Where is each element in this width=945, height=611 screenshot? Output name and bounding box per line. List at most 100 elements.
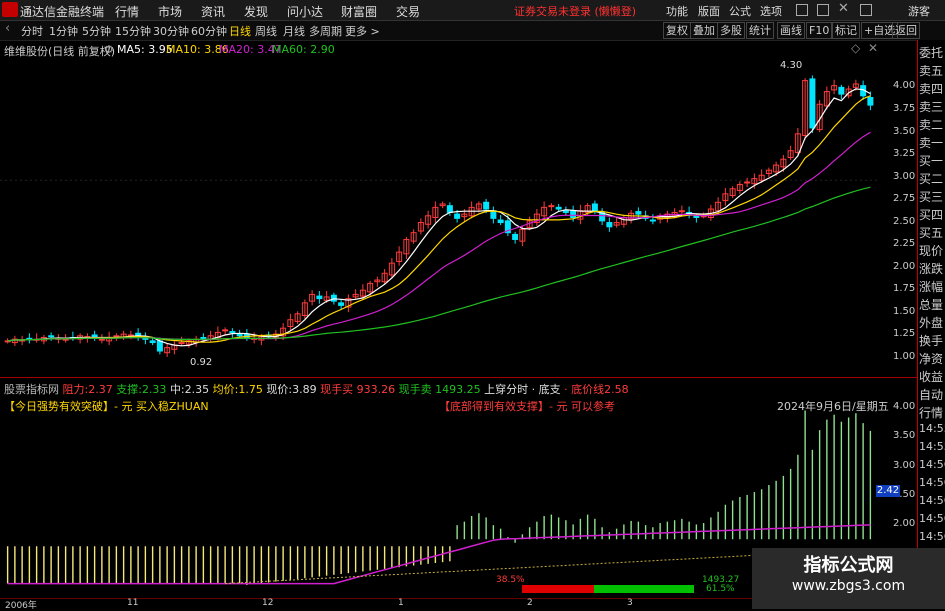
diamond-icon[interactable]: ◇: [851, 41, 860, 55]
menu-item-wealth[interactable]: 财富圈: [341, 3, 377, 20]
panel-outer: 外盘: [919, 316, 944, 330]
panel-quotes[interactable]: 行情: [919, 404, 943, 421]
ind-axis-tick: 3.50: [893, 430, 916, 441]
panel-bid1: 买一: [919, 154, 944, 168]
panel-price: 现价: [919, 244, 944, 258]
candle-body: [200, 336, 207, 339]
panel-ask4: 卖四: [919, 82, 944, 96]
login-warning[interactable]: 证券交易未登录 (懒懒登): [514, 3, 636, 19]
candle-body: [649, 219, 656, 222]
restore-icon[interactable]: [817, 4, 829, 16]
candle-body: [142, 337, 149, 340]
panel-bid5: 买五: [919, 226, 944, 240]
menu-item-news[interactable]: 资讯: [201, 3, 225, 20]
candle-body: [562, 210, 569, 213]
ma60-line: [7, 186, 871, 342]
panel-turnover: 换手: [919, 334, 944, 348]
candle-body: [744, 181, 751, 184]
price-axis-tick: 2.00: [893, 261, 916, 272]
candle-body: [338, 302, 345, 306]
settings-icon[interactable]: [860, 4, 872, 16]
price-axis-tick: 2.25: [893, 238, 916, 249]
period-tab-monthly[interactable]: 月线: [283, 23, 305, 39]
price-axis-tick: 1.75: [893, 283, 916, 294]
statistics-button[interactable]: 统计: [746, 22, 774, 39]
menu-options[interactable]: 选项: [760, 3, 782, 19]
candle-body: [48, 335, 55, 338]
period-tab-60min[interactable]: 60分钟: [191, 23, 227, 39]
menu-item-quotes[interactable]: 行情: [115, 3, 139, 20]
menu-item-trade[interactable]: 交易: [396, 3, 420, 20]
candle-body: [222, 329, 229, 332]
menu-layout[interactable]: 版面: [698, 3, 720, 19]
f10-button[interactable]: F10: [806, 22, 833, 39]
tick-time: 14:56: [919, 530, 945, 543]
period-tab-5min[interactable]: 5分钟: [82, 23, 111, 39]
draw-line-button[interactable]: 画线: [777, 22, 805, 39]
period-tab-30min[interactable]: 30分钟: [153, 23, 189, 39]
tick-time: 14:55: [919, 440, 945, 453]
period-tab-weekly[interactable]: 周线: [255, 23, 277, 39]
return-button[interactable]: 返回: [892, 22, 920, 39]
panel-earnings: 收益: [919, 370, 944, 384]
guest-label[interactable]: 游客: [908, 3, 930, 19]
back-arrow-icon[interactable]: ‹: [5, 21, 10, 36]
adjust-button[interactable]: 复权: [663, 22, 691, 39]
minimize-icon[interactable]: [796, 4, 808, 16]
tick-time: 14:55: [919, 422, 945, 435]
period-tab-15min[interactable]: 15分钟: [115, 23, 151, 39]
panel-entrust[interactable]: 委托: [919, 44, 943, 61]
menu-function[interactable]: 功能: [666, 3, 688, 19]
close-chart-icon[interactable]: ✕: [868, 41, 878, 55]
panel-ask2: 卖二: [919, 118, 944, 132]
tick-time: 14:56: [919, 458, 945, 471]
ma10-line: [7, 95, 871, 343]
candle-body: [446, 205, 453, 213]
ind-axis-tick: 4.00: [893, 401, 916, 412]
gear-icon[interactable]: ⚙: [104, 43, 114, 56]
candle-body: [149, 340, 156, 344]
candle-body: [178, 342, 185, 345]
period-tab-1min[interactable]: 1分钟: [49, 23, 78, 39]
candle-body: [483, 201, 490, 210]
period-tab-intraday[interactable]: 分时: [21, 23, 43, 39]
price-axis-tick: 1.25: [893, 328, 916, 339]
candle-body: [809, 78, 816, 129]
mark-button[interactable]: 标记: [832, 22, 860, 39]
price-axis-tick: 3.00: [893, 171, 916, 182]
panel-change: 涨跌: [919, 262, 944, 276]
candle-body: [570, 210, 577, 218]
ind-axis-marker: 2.42: [876, 485, 900, 497]
ma20-line: [7, 131, 871, 342]
price-chart[interactable]: [0, 56, 880, 376]
menu-item-discover[interactable]: 发现: [244, 3, 268, 20]
date-tick: 3: [627, 598, 633, 608]
candle-body: [156, 340, 163, 352]
period-tab-daily[interactable]: 日线: [229, 23, 251, 39]
candle-body: [98, 338, 105, 341]
ind-axis-tick: 2.00: [893, 518, 916, 529]
low-price-mark: 0.92: [190, 357, 213, 368]
panel-volume: 总量: [919, 298, 944, 312]
panel-auto[interactable]: 自动: [919, 386, 943, 403]
date-tick: 12: [262, 598, 274, 608]
overlay-button[interactable]: 叠加: [690, 22, 718, 39]
ind-label-b: 61.5%: [706, 584, 735, 594]
menu-item-market[interactable]: 市场: [158, 3, 182, 20]
indicator-red-bar: [522, 585, 594, 593]
period-tab-multi[interactable]: 多周期: [309, 23, 342, 39]
price-axis-tick: 3.50: [893, 126, 916, 137]
multi-stock-button[interactable]: 多股: [717, 22, 745, 39]
tick-time: 14:56: [919, 494, 945, 507]
indicator-chart[interactable]: [0, 380, 880, 598]
high-price-mark: 4.30: [780, 60, 803, 71]
price-axis-tick: 2.75: [893, 193, 916, 204]
period-tab-more[interactable]: 更多 >: [345, 23, 380, 39]
app-title: 通达信金融终端: [20, 5, 105, 19]
ma5-label: MA5: 3.95: [117, 43, 173, 56]
candle-body: [693, 215, 700, 218]
menu-item-ask[interactable]: 问小达: [287, 3, 323, 20]
menu-formula[interactable]: 公式: [729, 3, 751, 19]
close-icon[interactable]: ✕: [838, 1, 849, 16]
panel-bid2: 买二: [919, 172, 944, 186]
